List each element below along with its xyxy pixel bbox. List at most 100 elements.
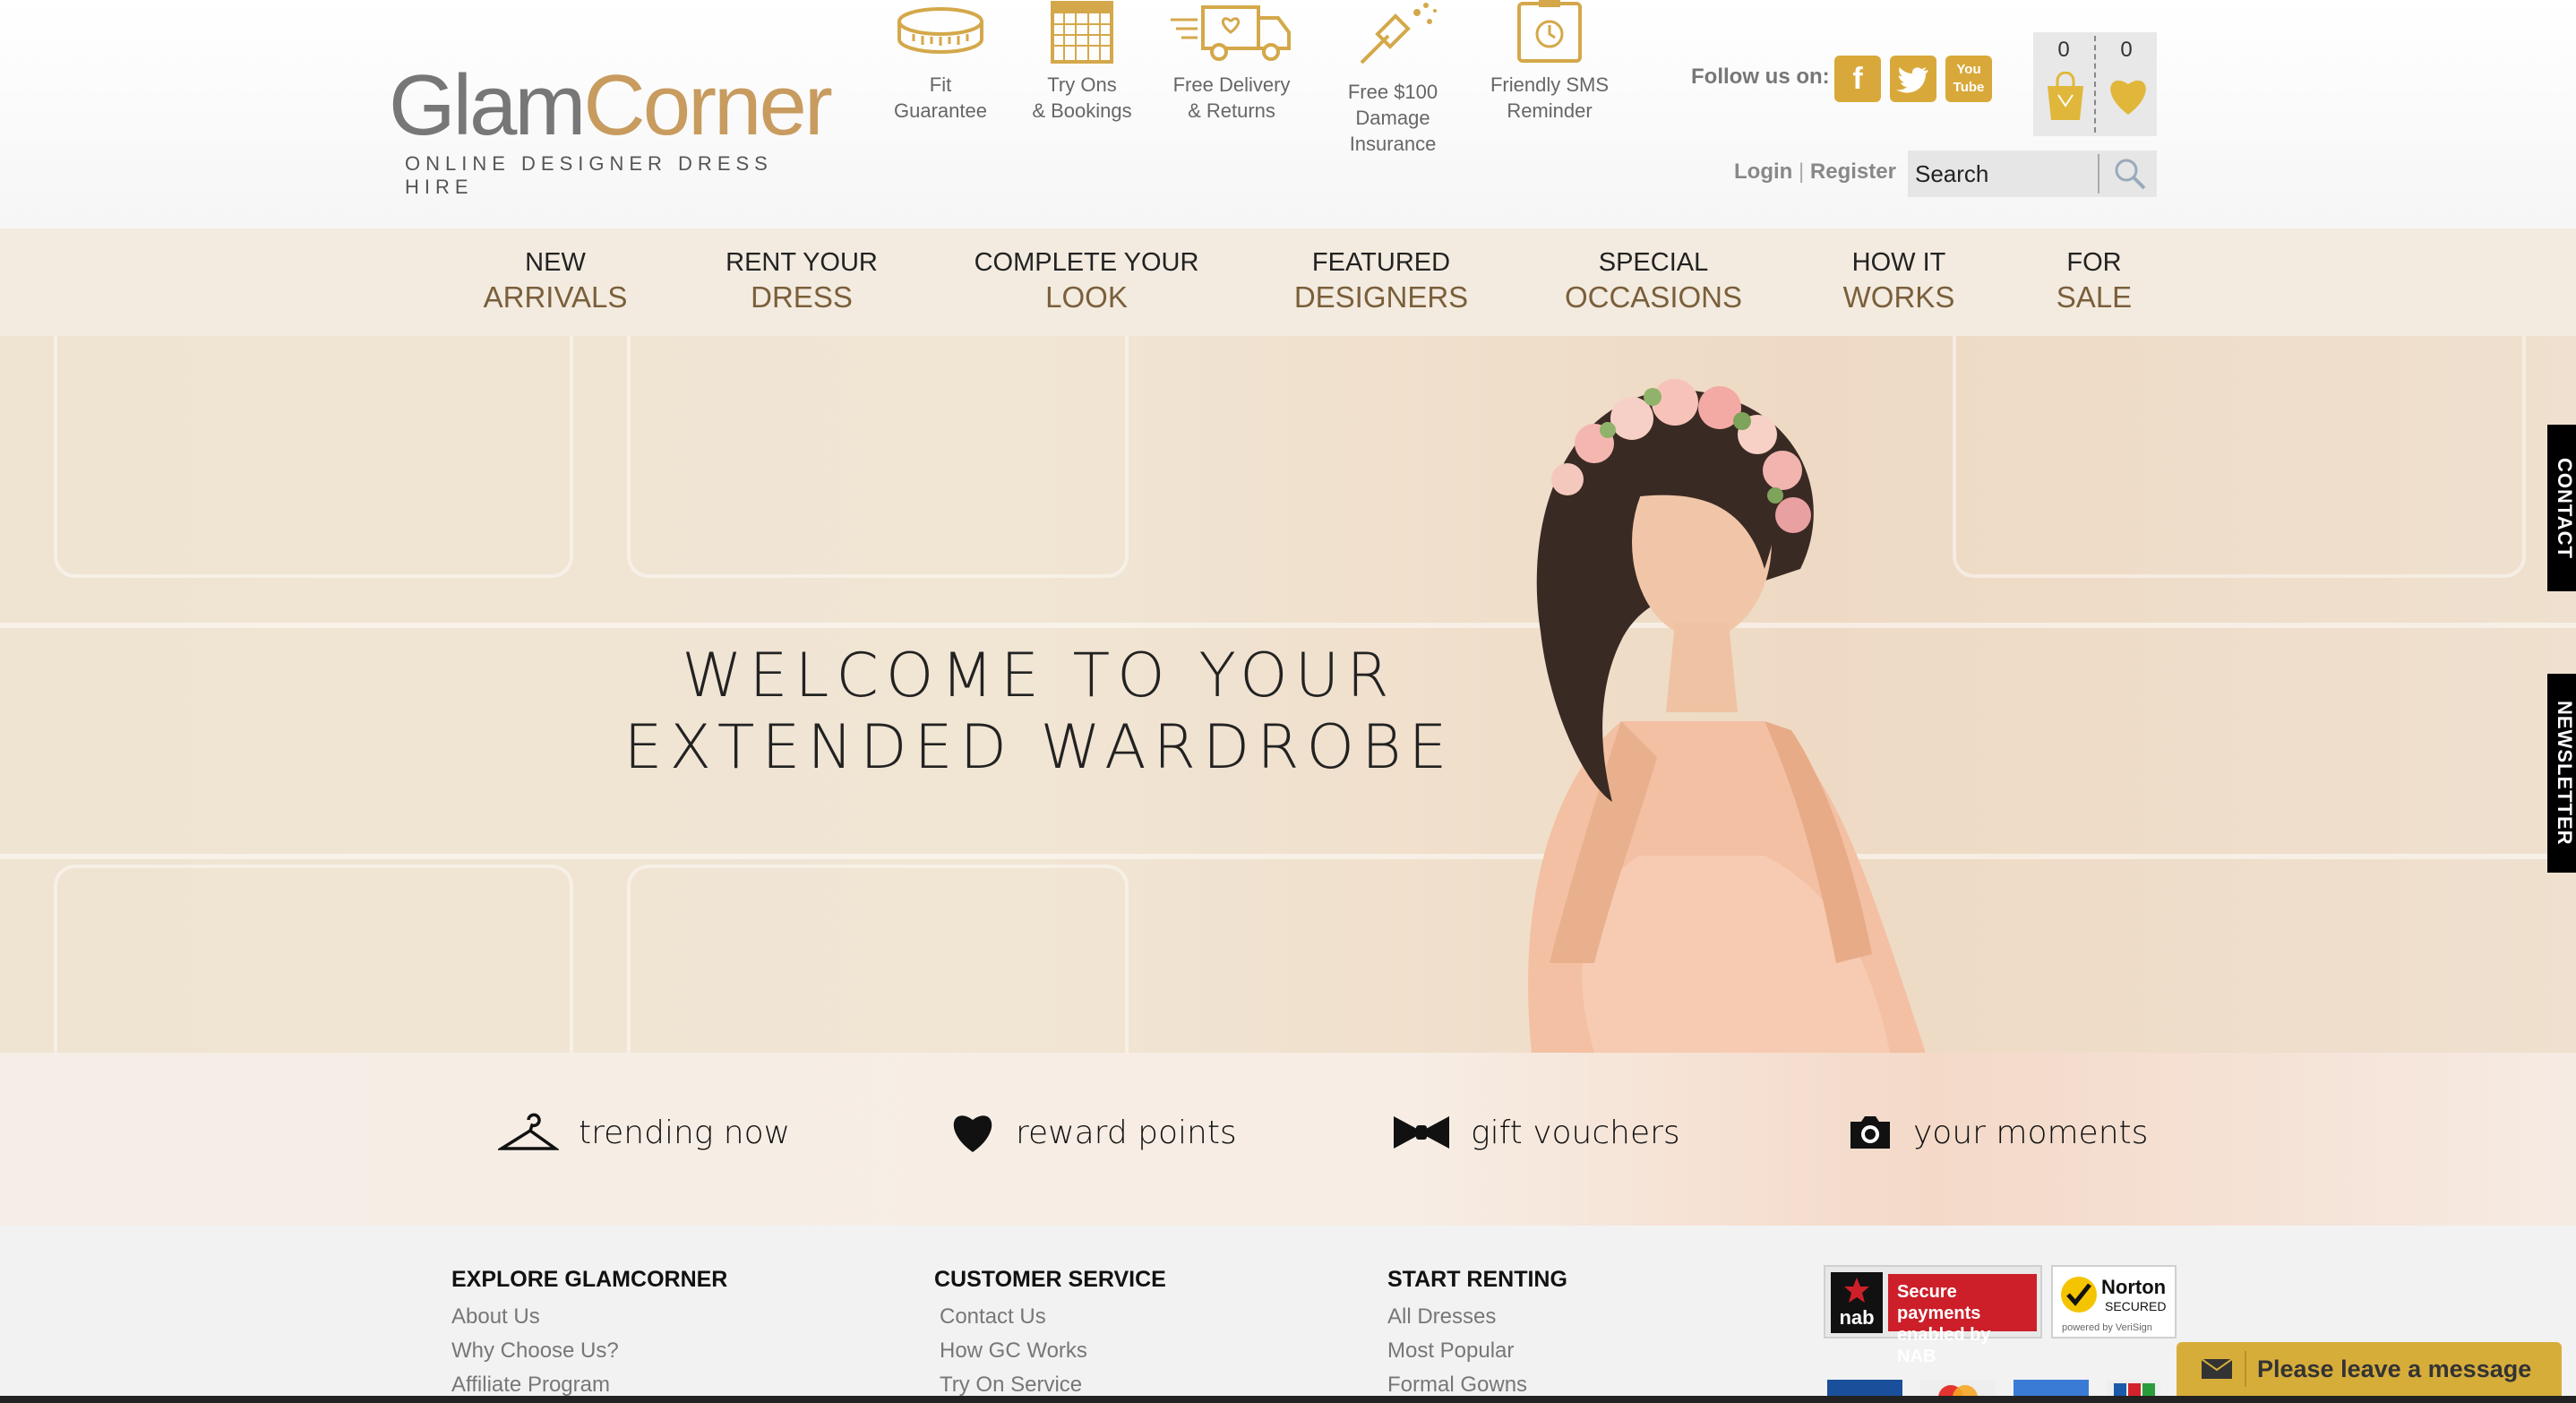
nav-rent-your-dress[interactable]: RENT YOUR DRESS	[708, 246, 896, 316]
quicklink-trending-now[interactable]: trending now	[498, 1107, 790, 1158]
norton-powered-text: powered by VeriSign	[2062, 1322, 2152, 1333]
quicklink-label: gift vouchers	[1471, 1114, 1680, 1151]
wall-panel	[1953, 336, 2526, 578]
feature-free-delivery[interactable]: Free Delivery & Returns	[1164, 0, 1299, 124]
camera-icon	[1850, 1116, 1890, 1149]
wall-rail	[0, 623, 2576, 628]
wishlist-heart-icon[interactable]	[2105, 75, 2151, 116]
feature-label-1: Friendly SMS	[1490, 73, 1610, 96]
feature-label-2: Damage Insurance	[1349, 107, 1437, 155]
nav-line2: LOOK	[1045, 280, 1128, 314]
youtube-text-top: You	[1956, 62, 1981, 77]
quicklink-reward-points[interactable]: reward points	[949, 1107, 1237, 1158]
glamcorner-logo[interactable]: GlamCorner ONLINE DESIGNER DRESS HIRE	[389, 63, 846, 199]
nav-line2: SALE	[2056, 280, 2133, 314]
quicklink-gift-vouchers[interactable]: gift vouchers	[1392, 1107, 1680, 1158]
envelope-shape	[2201, 1358, 2233, 1379]
logo-glam: Glam	[389, 57, 586, 153]
cart-divider	[2094, 36, 2096, 133]
youtube-icon[interactable]: You Tube	[1945, 56, 1992, 102]
facebook-icon[interactable]: f	[1834, 56, 1881, 102]
auth-separator: |	[1798, 159, 1805, 184]
twitter-icon[interactable]	[1890, 56, 1936, 102]
footer-col-explore: EXPLORE GLAMCORNER About Us Why Choose U…	[451, 1267, 727, 1402]
live-chat-label: Please leave a message	[2257, 1356, 2532, 1382]
footer-link-all-dresses[interactable]: All Dresses	[1387, 1300, 1567, 1334]
hanger-icon	[498, 1113, 559, 1150]
contact-side-tab[interactable]: CONTACT	[2547, 425, 2576, 591]
hero-headline-line2: EXTENDED WARDROBE	[623, 712, 1455, 783]
search-input[interactable]	[1908, 151, 2096, 197]
nav-special-occasions[interactable]: SPECIAL OCCASIONS	[1550, 246, 1757, 316]
hero-banner[interactable]: WELCOME TO YOUR EXTENDED WARDROBE	[0, 336, 2576, 1053]
youtube-text-bottom: Tube	[1953, 80, 1985, 95]
logo-wordmark: GlamCorner	[389, 63, 846, 149]
nav-line2: OCCASIONS	[1564, 280, 1743, 314]
search-box	[1908, 151, 2157, 197]
hero-headline-line1: WELCOME TO YOUR	[682, 641, 1396, 711]
wall-panel	[627, 865, 1129, 1053]
sms-phone-icon	[1517, 0, 1582, 63]
nav-line1: HOW IT	[1851, 248, 1946, 277]
login-link[interactable]: Login	[1734, 159, 1792, 184]
logo-corner: Corner	[583, 57, 832, 153]
footer-link-contact-us[interactable]: Contact Us	[934, 1300, 1166, 1334]
nav-line2: DRESS	[751, 280, 853, 314]
norton-secured-badge[interactable]: Norton SECURED powered by VeriSign	[2051, 1265, 2177, 1338]
bow-tie-icon	[1394, 1116, 1449, 1149]
wall-panel	[54, 336, 573, 578]
feature-label-2: & Returns	[1188, 99, 1275, 122]
footer-link-why-choose-us[interactable]: Why Choose Us?	[451, 1334, 727, 1368]
quicklinks-background	[0, 1053, 2576, 1226]
quicklink-label: reward points	[1016, 1114, 1237, 1151]
search-button[interactable]	[2098, 154, 2157, 194]
nav-line1: NEW	[525, 248, 586, 277]
footer-heading: START RENTING	[1387, 1267, 1567, 1292]
nav-complete-your-look[interactable]: COMPLETE YOUR LOOK	[958, 246, 1215, 316]
register-link[interactable]: Register	[1810, 159, 1896, 184]
nab-secure-badge[interactable]: nab Secure payments enabled by NAB	[1824, 1265, 2042, 1366]
calendar-icon	[1051, 1, 1113, 64]
logo-tagline: ONLINE DESIGNER DRESS HIRE	[405, 152, 773, 198]
feature-label-2: Reminder	[1507, 99, 1593, 122]
feature-fit-guarantee[interactable]: Fit Guarantee	[887, 0, 994, 124]
envelope-icon	[2189, 1351, 2246, 1387]
feature-label-1: Free $100	[1347, 81, 1438, 103]
insurance-pin-icon	[1360, 3, 1437, 65]
nav-for-sale[interactable]: FOR SALE	[2033, 246, 2155, 316]
norton-secured-text: SECURED	[2105, 1299, 2167, 1313]
feature-damage-insurance[interactable]: Free $100 Damage Insurance	[1312, 0, 1473, 157]
nav-line2: ARRIVALS	[483, 280, 628, 314]
feature-label-2: & Bookings	[1032, 99, 1132, 122]
feature-try-ons[interactable]: Try Ons & Bookings	[1028, 0, 1136, 124]
search-icon	[2115, 159, 2146, 190]
nav-line1: SPECIAL	[1598, 248, 1709, 277]
site-header: GlamCorner ONLINE DESIGNER DRESS HIRE Fi…	[0, 0, 2576, 228]
nav-line2: WORKS	[1842, 280, 1955, 314]
nab-mark-text: nab	[1839, 1306, 1875, 1329]
nav-how-it-works[interactable]: HOW IT WORKS	[1827, 246, 1971, 316]
shopping-bag-icon[interactable]	[2044, 72, 2087, 122]
wall-panel	[54, 865, 573, 1053]
footer-link-most-popular[interactable]: Most Popular	[1387, 1334, 1567, 1368]
live-chat-button[interactable]: Please leave a message	[2177, 1342, 2562, 1396]
nav-new-arrivals[interactable]: NEW ARRIVALS	[466, 246, 645, 316]
hero-headline: WELCOME TO YOUR EXTENDED WARDROBE	[573, 641, 1505, 784]
footer-heading: CUSTOMER SERVICE	[934, 1267, 1166, 1292]
newsletter-side-tab[interactable]: NEWSLETTER	[2547, 674, 2576, 873]
quicklink-your-moments[interactable]: your moments	[1847, 1107, 2148, 1158]
nav-featured-designers[interactable]: FEATURED DESIGNERS	[1281, 246, 1481, 316]
footer-link-how-gc-works[interactable]: How GC Works	[934, 1334, 1166, 1368]
nav-line1: FOR	[2066, 248, 2122, 277]
wall-panel	[627, 336, 1129, 578]
footer-link-about-us[interactable]: About Us	[451, 1300, 727, 1334]
feature-label-1: Try Ons	[1047, 73, 1117, 96]
norton-title: Norton	[2101, 1276, 2167, 1298]
wishlist-count: 0	[2120, 38, 2133, 62]
footer-heading: EXPLORE GLAMCORNER	[451, 1267, 728, 1292]
nav-line1: FEATURED	[1311, 248, 1451, 277]
tape-measure-icon	[897, 7, 983, 54]
feature-sms-reminder[interactable]: Friendly SMS Reminder	[1487, 0, 1612, 124]
main-nav: NEW ARRIVALS RENT YOUR DRESS COMPLETE YO…	[0, 228, 2576, 336]
feature-label-1: Free Delivery	[1172, 73, 1291, 96]
